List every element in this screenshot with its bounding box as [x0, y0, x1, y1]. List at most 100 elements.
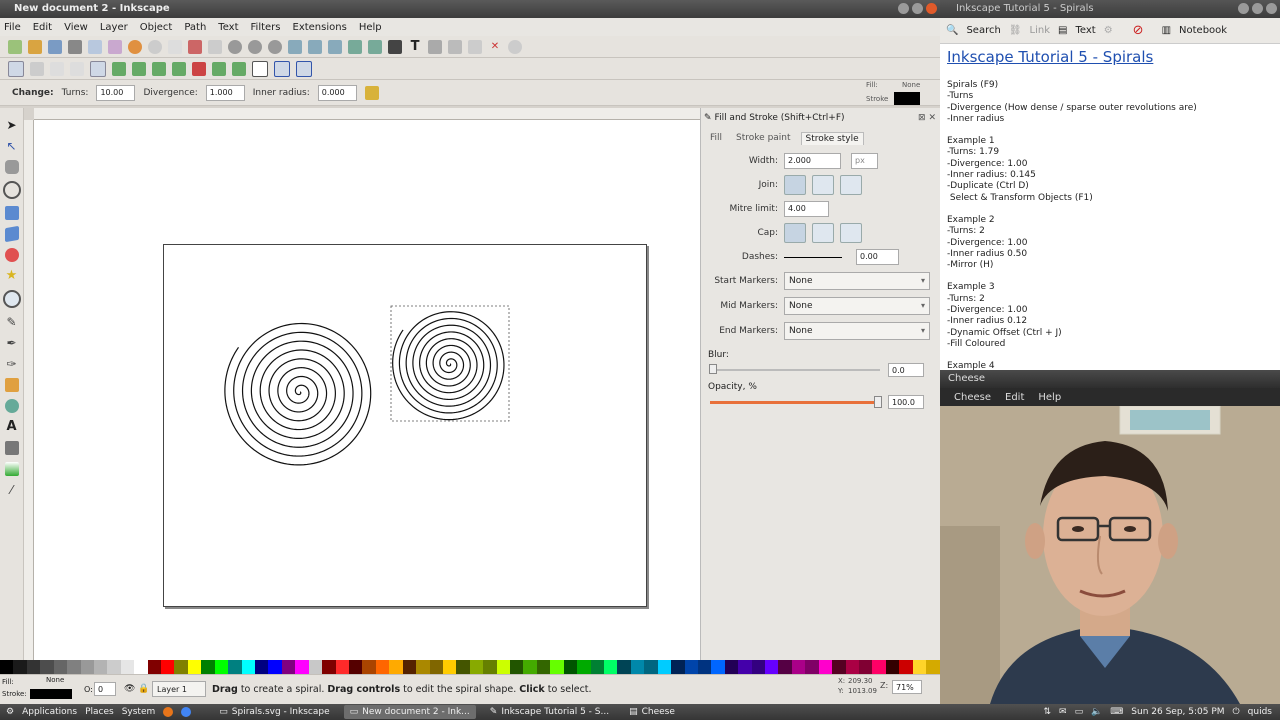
menu-path[interactable]: Path — [184, 22, 206, 33]
gradient-tool-icon[interactable] — [4, 462, 19, 476]
tools-icon[interactable]: ✕ — [488, 40, 502, 54]
join-bevel-button[interactable] — [840, 175, 862, 195]
pencil-tool-icon[interactable]: ✎ — [5, 315, 19, 329]
reset-defaults-icon[interactable] — [364, 85, 379, 100]
export-icon[interactable] — [108, 39, 122, 54]
palette-swatch[interactable] — [765, 660, 779, 674]
palette-swatch[interactable] — [80, 660, 94, 674]
browser-launcher-icon[interactable] — [181, 707, 192, 717]
maximize-icon[interactable] — [912, 3, 923, 14]
palette-swatch[interactable] — [40, 660, 54, 674]
palette-swatch[interactable] — [147, 660, 162, 674]
snap-page-icon[interactable] — [252, 60, 268, 77]
battery-icon[interactable]: ▭ — [1075, 707, 1084, 717]
palette-swatch[interactable] — [523, 660, 537, 674]
copy-icon[interactable] — [168, 39, 182, 54]
clone-icon[interactable] — [308, 39, 322, 54]
note-content[interactable]: Inkscape Tutorial 5 - Spirals Spirals (F… — [940, 44, 1280, 370]
palette-swatch[interactable] — [859, 660, 873, 674]
end-markers-select[interactable]: None — [784, 322, 930, 340]
palette-swatch[interactable] — [805, 660, 819, 674]
palette-swatch[interactable] — [563, 660, 578, 674]
link-icon[interactable]: ⛓ — [1009, 25, 1022, 36]
tab-stroke-style[interactable]: Stroke style — [800, 131, 864, 145]
palette-swatch[interactable] — [241, 660, 256, 674]
snap-smooth-icon[interactable] — [172, 61, 186, 76]
open-icon[interactable] — [28, 39, 42, 54]
task-new-document[interactable]: ▭ New document 2 - Ink... — [343, 705, 476, 719]
cheese-menu-edit[interactable]: Edit — [1005, 392, 1024, 403]
palette-swatch[interactable] — [308, 660, 323, 674]
spiral-tool-icon[interactable] — [2, 290, 21, 308]
save-icon[interactable] — [48, 39, 62, 54]
palette-swatch[interactable] — [322, 660, 336, 674]
link-button[interactable]: Link — [1030, 25, 1050, 36]
menu-filters[interactable]: Filters — [251, 22, 281, 33]
palette-swatch[interactable] — [53, 660, 68, 674]
tweak-tool-icon[interactable] — [4, 160, 19, 174]
palette-swatch[interactable] — [402, 660, 417, 674]
text-tool-icon[interactable]: T — [408, 39, 422, 54]
text-format-icon[interactable]: ▤ — [1058, 25, 1067, 36]
firefox-launcher-icon[interactable] — [163, 707, 174, 717]
menu-file[interactable]: File — [4, 22, 21, 33]
palette-swatch[interactable] — [657, 660, 672, 674]
network-icon[interactable]: ⇅ — [1043, 707, 1051, 717]
task-spirals[interactable]: ▭ Spirals.svg - Inkscape — [213, 705, 335, 719]
paste-icon[interactable] — [208, 39, 222, 54]
palette-swatch[interactable] — [724, 660, 739, 674]
palette-swatch[interactable] — [899, 660, 913, 674]
places-menu[interactable]: Places — [85, 707, 114, 717]
palette-swatch[interactable] — [214, 660, 229, 674]
palette-swatch[interactable] — [228, 660, 242, 674]
import-icon[interactable] — [88, 39, 102, 54]
delete-note-icon[interactable]: ⊘ — [1133, 23, 1144, 38]
snap-cusp-icon[interactable] — [152, 61, 166, 76]
palette-swatch[interactable] — [67, 660, 81, 674]
palette-swatch[interactable] — [697, 660, 712, 674]
palette-swatch[interactable] — [684, 660, 698, 674]
palette-swatch[interactable] — [429, 660, 443, 674]
palette-swatch[interactable] — [630, 660, 645, 674]
node-tool-icon[interactable]: ↖ — [5, 139, 19, 153]
cap-square-button[interactable] — [840, 223, 862, 243]
palette-swatch[interactable] — [134, 660, 148, 674]
blur-slider[interactable] — [710, 369, 880, 371]
width-input[interactable]: 2.000 — [784, 153, 841, 169]
snap-rotation-center-icon[interactable] — [232, 61, 246, 76]
opacity-input[interactable]: 100.0 — [888, 395, 924, 409]
3d-box-tool-icon[interactable] — [4, 225, 19, 243]
palette-swatch[interactable] — [389, 660, 403, 674]
task-cheese[interactable]: ▤ Cheese — [623, 705, 681, 719]
layer-selector[interactable]: Layer 1 — [152, 681, 206, 697]
align-icon[interactable] — [448, 39, 462, 54]
palette-swatch[interactable] — [469, 660, 484, 674]
calligraphy-tool-icon[interactable]: ✑ — [5, 357, 19, 371]
dropper-tool-icon[interactable]: ⁄ — [5, 483, 19, 497]
eraser-tool-icon[interactable] — [4, 378, 19, 392]
volume-icon[interactable]: 🔈 — [1091, 707, 1102, 717]
snap-bbox-edge-icon[interactable] — [50, 61, 64, 76]
palette-swatch[interactable] — [536, 660, 551, 674]
applications-icon[interactable]: ⚙ — [6, 707, 14, 717]
menu-extensions[interactable]: Extensions — [293, 22, 347, 33]
snap-intersections-icon[interactable] — [132, 61, 146, 76]
palette-swatch[interactable] — [496, 660, 511, 674]
palette-swatch[interactable] — [348, 660, 363, 674]
palette-swatch[interactable] — [375, 660, 390, 674]
zoom-selection-icon[interactable] — [228, 39, 242, 54]
palette-swatch[interactable] — [590, 660, 604, 674]
menu-view[interactable]: View — [64, 22, 88, 33]
palette-swatch[interactable] — [510, 660, 524, 674]
blur-input[interactable]: 0.0 — [888, 363, 924, 377]
clock[interactable]: Sun 26 Sep, 5:05 PM — [1131, 707, 1224, 717]
snap-grid-icon[interactable] — [274, 60, 290, 77]
tools-icon[interactable]: ⚙ — [1104, 25, 1113, 36]
opacity-slider[interactable] — [710, 401, 880, 404]
palette-swatch[interactable] — [295, 660, 309, 674]
zoom-input[interactable]: 71% — [892, 680, 922, 694]
redo-icon[interactable] — [148, 39, 162, 54]
palette-swatch[interactable] — [738, 660, 752, 674]
snap-nodes-icon[interactable] — [90, 60, 106, 77]
ungroup-icon[interactable] — [368, 39, 382, 54]
